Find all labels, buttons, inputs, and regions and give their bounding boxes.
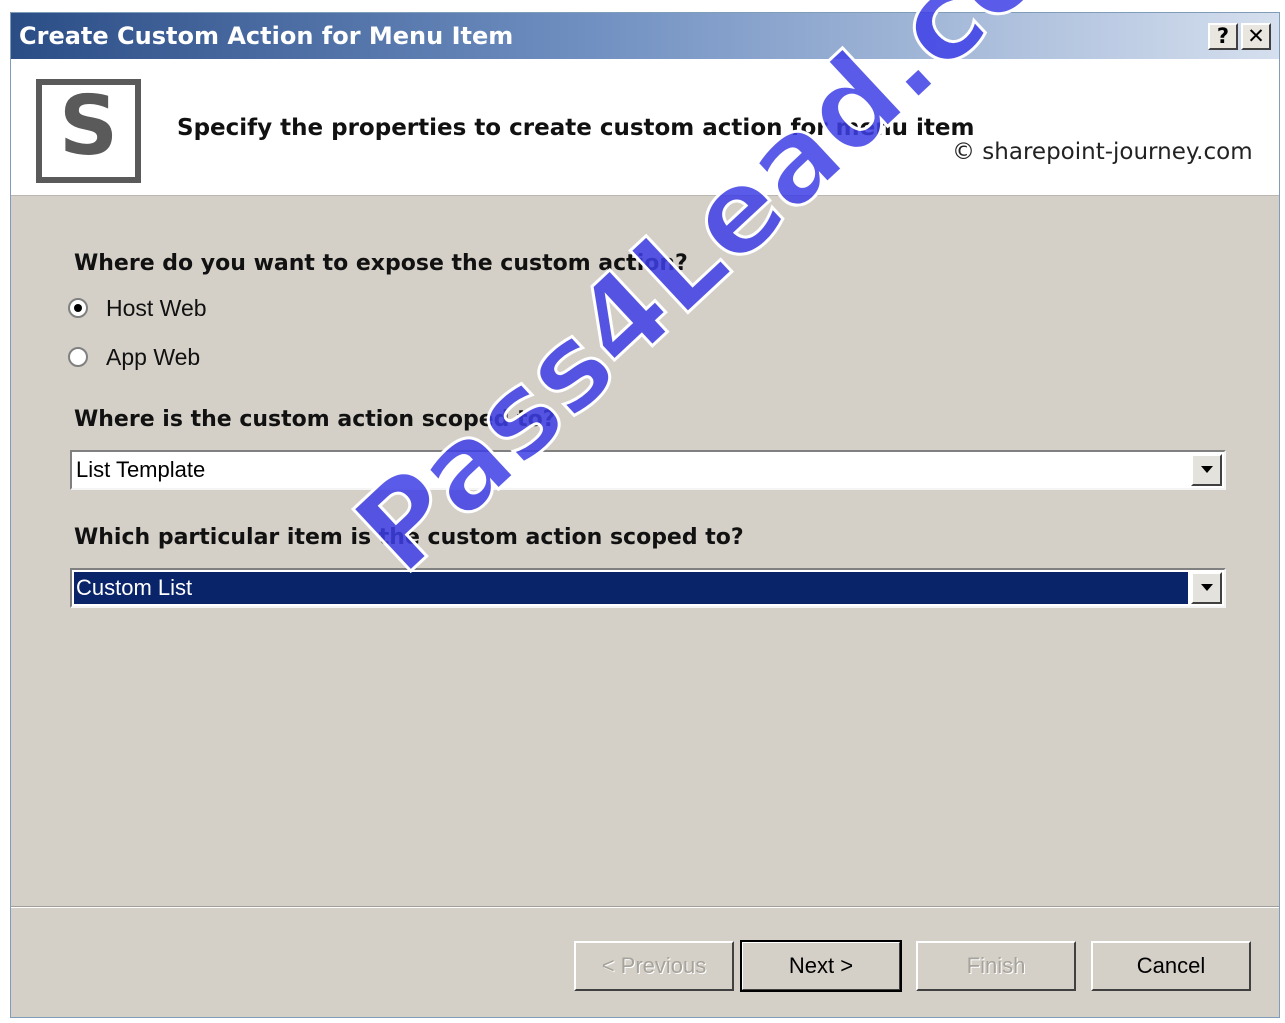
expose-question-label: Where do you want to expose the custom a… [74,251,688,276]
radio-button-icon[interactable] [68,347,88,367]
item-dropdown-value[interactable]: Custom List [73,571,1189,605]
radio-selected-dot [74,304,82,312]
copyright-text: © sharepoint-journey.com [952,139,1253,165]
item-question-label: Which particular item is the custom acti… [74,525,744,550]
radio-label-app-web[interactable]: App Web [106,344,200,371]
chevron-down-icon[interactable] [1191,454,1222,486]
dialog-window: Create Custom Action for Menu Item ? ✕ S… [10,12,1280,1018]
finish-button[interactable]: Finish [916,941,1076,991]
item-dropdown[interactable]: Custom List [70,568,1226,608]
next-button[interactable]: Next > [740,940,902,992]
window-title: Create Custom Action for Menu Item [19,22,514,50]
footer-divider [11,906,1279,908]
page-heading: Specify the properties to create custom … [177,115,975,141]
cancel-button[interactable]: Cancel [1091,941,1251,991]
logo-letter: S [58,79,119,174]
chevron-down-icon[interactable] [1191,572,1222,604]
radio-host-web[interactable]: Host Web [68,293,207,323]
close-icon[interactable]: ✕ [1241,23,1271,50]
help-icon[interactable]: ? [1208,23,1238,50]
scope-dropdown-value[interactable]: List Template [74,454,1188,486]
radio-label-host-web[interactable]: Host Web [106,295,207,322]
previous-button[interactable]: < Previous [574,941,734,991]
wizard-header: S Specify the properties to create custo… [11,59,1279,196]
sharepoint-logo-icon: S [36,79,141,183]
scope-question-label: Where is the custom action scoped to? [74,407,556,432]
title-bar[interactable]: Create Custom Action for Menu Item ? ✕ [11,13,1279,59]
radio-app-web[interactable]: App Web [68,342,200,372]
radio-button-icon[interactable] [68,298,88,318]
scope-dropdown[interactable]: List Template [70,450,1226,490]
